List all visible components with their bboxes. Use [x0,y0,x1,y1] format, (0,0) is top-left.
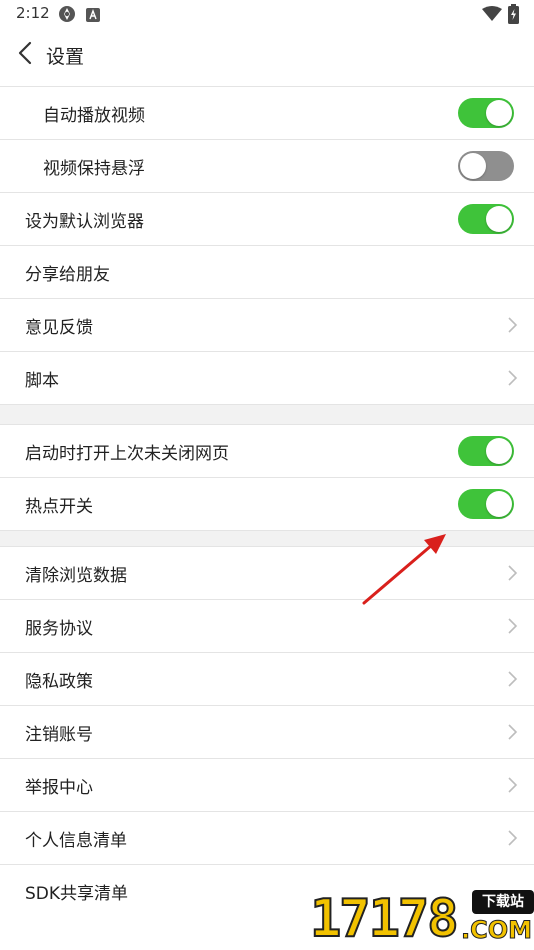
watermark-badge: 下载站 [472,890,534,914]
setting-label: SDK共享清单 [25,884,129,904]
setting-label: 分享给朋友 [25,265,110,285]
chevron-right-icon [506,671,518,687]
status-bar: 2:12 [0,0,534,28]
setting-label: 隐私政策 [25,672,93,692]
settings-list: 自动播放视频 视频保持悬浮 设为默认浏览器 分享给朋友 意见反馈 脚本 启动时打… [0,86,534,917]
setting-script[interactable]: 脚本 [0,351,534,404]
setting-delete-account[interactable]: 注销账号 [0,705,534,758]
chevron-right-icon [506,317,518,333]
watermark-suffix: .COM [460,916,532,945]
chevron-right-icon [506,830,518,846]
section-divider [0,530,534,546]
setting-label: 热点开关 [25,497,93,517]
toggle-knob [486,206,512,232]
setting-label: 个人信息清单 [25,831,127,851]
setting-label: 意见反馈 [25,318,93,338]
back-button[interactable] [10,40,40,70]
restore-tabs-toggle[interactable] [458,436,514,466]
setting-clear-browsing-data[interactable]: 清除浏览数据 [0,546,534,599]
a-badge-icon [86,7,100,26]
toggle-knob [486,491,512,517]
chevron-right-icon [506,618,518,634]
setting-video-floating[interactable]: 视频保持悬浮 [0,139,534,192]
watermark-number: 17178 [309,888,460,950]
setting-restore-tabs[interactable]: 启动时打开上次未关闭网页 [0,424,534,477]
wifi-icon [482,6,502,26]
setting-personal-info-list[interactable]: 个人信息清单 [0,811,534,864]
video-floating-toggle[interactable] [458,151,514,181]
setting-share-with-friends[interactable]: 分享给朋友 [0,245,534,298]
watermark-logo: 17178 下载站 .COM [309,888,534,950]
setting-label: 举报中心 [25,778,93,798]
setting-label: 清除浏览数据 [25,566,127,586]
setting-label: 自动播放视频 [43,106,145,126]
setting-service-agreement[interactable]: 服务协议 [0,599,534,652]
toggle-knob [486,438,512,464]
setting-label: 服务协议 [25,619,93,639]
setting-hotspot[interactable]: 热点开关 [0,477,534,530]
setting-feedback[interactable]: 意见反馈 [0,298,534,351]
chevron-left-icon [17,41,33,69]
app-icon [58,5,76,27]
setting-report-center[interactable]: 举报中心 [0,758,534,811]
page-title: 设置 [46,46,85,68]
setting-label: 脚本 [25,371,59,391]
hotspot-toggle[interactable] [458,489,514,519]
setting-label: 注销账号 [25,725,93,745]
toggle-knob [460,153,486,179]
setting-autoplay-video[interactable]: 自动播放视频 [0,86,534,139]
setting-default-browser[interactable]: 设为默认浏览器 [0,192,534,245]
battery-charging-icon [508,4,519,28]
app-bar: 设置 [0,28,534,86]
chevron-right-icon [506,724,518,740]
setting-label: 启动时打开上次未关闭网页 [25,444,229,464]
chevron-right-icon [506,777,518,793]
setting-privacy-policy[interactable]: 隐私政策 [0,652,534,705]
status-time: 2:12 [16,4,50,22]
chevron-right-icon [506,565,518,581]
section-divider [0,404,534,424]
chevron-right-icon [506,370,518,386]
autoplay-video-toggle[interactable] [458,98,514,128]
toggle-knob [486,100,512,126]
setting-label: 设为默认浏览器 [25,212,144,232]
setting-label: 视频保持悬浮 [43,159,145,179]
default-browser-toggle[interactable] [458,204,514,234]
